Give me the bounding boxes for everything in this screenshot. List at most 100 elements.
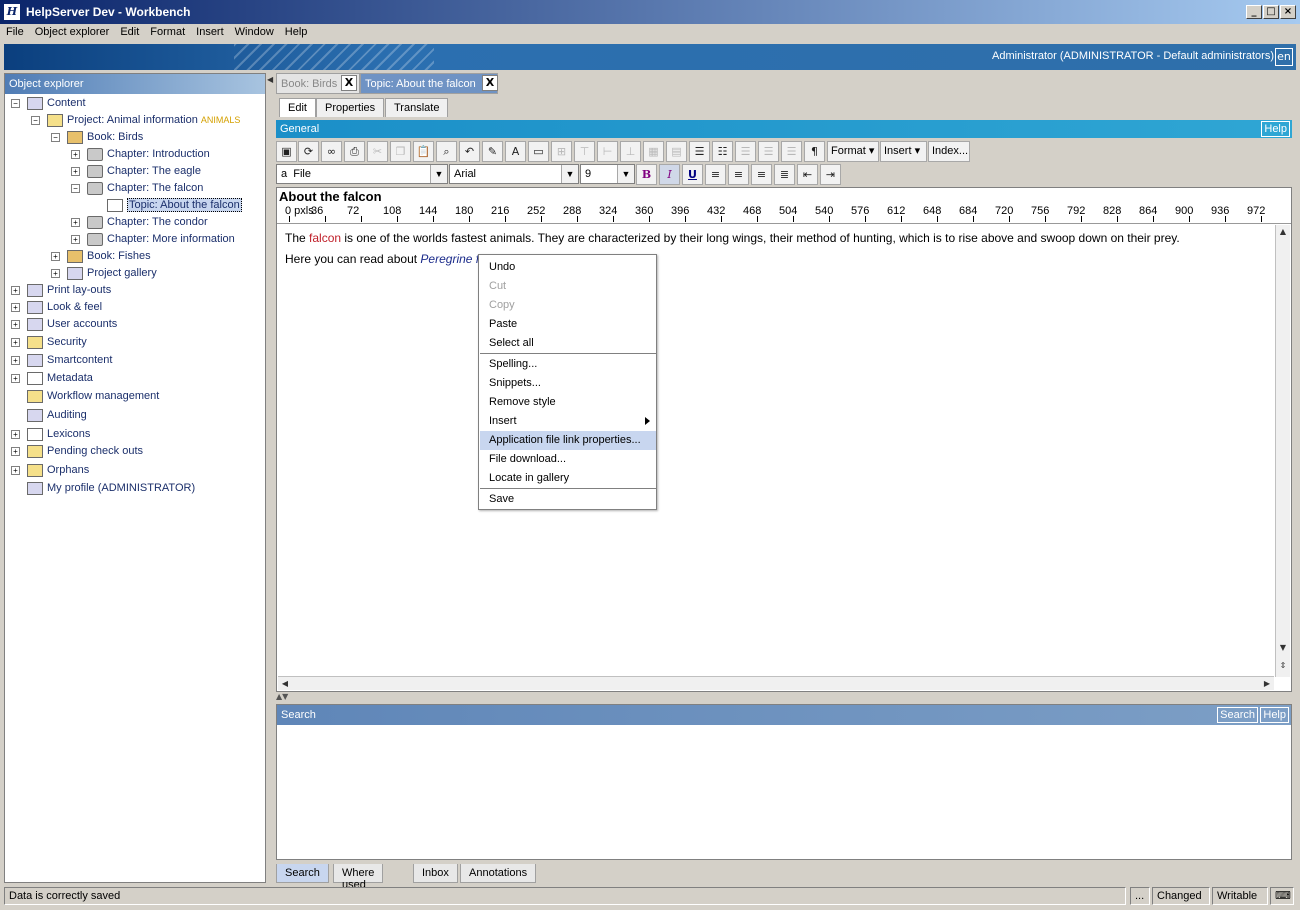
tree-node-look-feel[interactable]: Look & feel	[27, 299, 102, 316]
expand-icon[interactable]: +	[11, 356, 20, 365]
tree-node-chapter[interactable]: Chapter: The eagle	[87, 163, 201, 180]
menu-item-paste[interactable]: Paste	[480, 315, 656, 334]
split-icon[interactable]: ⊥	[620, 141, 641, 162]
editor-area[interactable]: About the falcon 0 pxls 36 72 108 144 180 216 2…	[276, 187, 1292, 692]
tree-node-topic[interactable]: Topic: About the falcon	[107, 197, 242, 214]
tree-node-workflow[interactable]: Workflow management	[27, 388, 159, 405]
expand-icon[interactable]: +	[11, 303, 20, 312]
format-dropdown[interactable]: Format ▾	[827, 141, 879, 162]
menu-item-spelling[interactable]: Spelling...	[480, 355, 656, 374]
menu-object-explorer[interactable]: Object explorer	[29, 24, 115, 38]
close-tab-button[interactable]: X	[482, 75, 498, 91]
list-outdent-icon[interactable]: ☰	[758, 141, 779, 162]
tree-node-lexicons[interactable]: Lexicons	[27, 426, 90, 443]
menu-item-select-all[interactable]: Select all	[480, 334, 656, 353]
font-select[interactable]: Arial ▼	[449, 164, 579, 184]
index-button[interactable]: Index...	[928, 141, 970, 162]
tab-search[interactable]: Search	[276, 864, 329, 883]
menu-item-file-download[interactable]: File download...	[480, 450, 656, 469]
tab-annotations[interactable]: Annotations	[460, 864, 537, 883]
menu-item-insert[interactable]: Insert	[480, 412, 656, 431]
editor-content[interactable]: The falcon is one of the worlds fastest …	[285, 228, 1275, 270]
expand-icon[interactable]: +	[71, 218, 80, 227]
tree-node-smartcontent[interactable]: Smartcontent	[27, 352, 112, 369]
highlight-icon[interactable]: ✎	[482, 141, 503, 162]
spellcheck-icon[interactable]: A	[505, 141, 526, 162]
tab-topic-falcon[interactable]: Topic: About the falcon	[360, 73, 498, 94]
collapse-icon[interactable]: −	[51, 133, 60, 142]
expand-icon[interactable]: +	[11, 320, 20, 329]
expand-icon[interactable]: +	[71, 167, 80, 176]
align-right-icon[interactable]: ≡	[751, 164, 772, 185]
menu-insert[interactable]: Insert	[190, 24, 229, 38]
tree-node-project[interactable]: Project: Animal information ANIMALS	[47, 112, 240, 129]
italic-icon[interactable]: I	[659, 164, 680, 185]
undo-icon[interactable]: ↶	[459, 141, 480, 162]
cell-icon[interactable]: ▦	[643, 141, 664, 162]
maximize-button[interactable]: □	[1263, 5, 1279, 19]
keyboard-icon[interactable]: ⌨	[1270, 887, 1294, 905]
insert-dropdown[interactable]: Insert ▾	[880, 141, 927, 162]
paragraph-icon[interactable]: ¶	[804, 141, 825, 162]
outdent-icon[interactable]: ⇤	[797, 164, 818, 185]
tab-properties[interactable]: Properties	[316, 98, 385, 117]
merge-icon[interactable]: ⊢	[597, 141, 618, 162]
menu-help[interactable]: Help	[279, 24, 313, 38]
menu-item-remove-style[interactable]: Remove style	[480, 393, 656, 412]
tab-edit[interactable]: Edit	[279, 98, 316, 117]
help-button[interactable]: Help	[1261, 121, 1290, 137]
expand-icon[interactable]: +	[11, 466, 20, 475]
tree-node-gallery[interactable]: Project gallery	[67, 265, 157, 282]
tab-where-used[interactable]: Where used	[333, 864, 384, 891]
tree-node-chapter[interactable]: Chapter: Introduction	[87, 146, 210, 163]
numbered-list-icon[interactable]: ☰	[689, 141, 710, 162]
panel-splitter[interactable]: ◀	[266, 73, 274, 883]
menu-item-save[interactable]: Save	[480, 490, 656, 509]
underline-icon[interactable]: U	[682, 164, 703, 185]
tree-node-metadata[interactable]: Metadata	[27, 370, 93, 387]
expand-icon[interactable]: +	[71, 150, 80, 159]
scroll-right-icon[interactable]: ▶	[1260, 677, 1274, 691]
cell-props-icon[interactable]: ▤	[666, 141, 687, 162]
table-row-icon[interactable]: ⊞	[551, 141, 572, 162]
table-col-icon[interactable]: ⊤	[574, 141, 595, 162]
bold-icon[interactable]: B	[636, 164, 657, 185]
menu-file[interactable]: File	[0, 24, 29, 38]
tree-node-user-accounts[interactable]: User accounts	[27, 316, 117, 333]
scroll-down-icon[interactable]: ▼	[1276, 641, 1290, 655]
align-left-icon[interactable]: ≡	[705, 164, 726, 185]
refresh-icon[interactable]: ⟳	[298, 141, 319, 162]
list-style-icon[interactable]: ☰	[781, 141, 802, 162]
tree-node-content[interactable]: Content	[27, 95, 86, 112]
indent-icon[interactable]: ⇥	[820, 164, 841, 185]
status-more-button[interactable]: ...	[1130, 887, 1150, 905]
menu-item-locate-gallery[interactable]: Locate in gallery	[480, 469, 656, 488]
expand-icon[interactable]: +	[11, 286, 20, 295]
tree-node-chapter[interactable]: Chapter: More information	[87, 231, 235, 248]
menu-item-snippets[interactable]: Snippets...	[480, 374, 656, 393]
expand-icon[interactable]: +	[11, 447, 20, 456]
search-button[interactable]: Search	[1217, 707, 1258, 723]
tree-node-security[interactable]: Security	[27, 334, 87, 351]
expand-icon[interactable]: +	[51, 269, 60, 278]
table-icon[interactable]: ▭	[528, 141, 549, 162]
align-center-icon[interactable]: ≡	[728, 164, 749, 185]
collapse-icon[interactable]: −	[11, 99, 20, 108]
menu-item-copy[interactable]: Copy	[480, 296, 656, 315]
tree-node-pending-checkouts[interactable]: Pending check outs	[27, 443, 143, 460]
save-icon[interactable]: ▣	[276, 141, 297, 162]
search-help-button[interactable]: Help	[1260, 707, 1289, 723]
tree-node-auditing[interactable]: Auditing	[27, 407, 87, 424]
paste-icon[interactable]: 📋	[413, 141, 434, 162]
expand-icon[interactable]: +	[11, 374, 20, 383]
cut-icon[interactable]: ✂	[367, 141, 388, 162]
menu-item-undo[interactable]: Undo	[480, 258, 656, 277]
collapse-icon[interactable]: −	[31, 116, 40, 125]
justify-icon[interactable]: ≣	[774, 164, 795, 185]
tab-translate[interactable]: Translate	[385, 98, 449, 117]
tree-node-chapter[interactable]: Chapter: The falcon	[87, 180, 203, 197]
tab-inbox[interactable]: Inbox	[413, 864, 458, 883]
collapse-arrow-icon[interactable]: ◀	[267, 75, 273, 84]
print-icon[interactable]: ⎙	[344, 141, 365, 162]
list-indent-icon[interactable]: ☰	[735, 141, 756, 162]
